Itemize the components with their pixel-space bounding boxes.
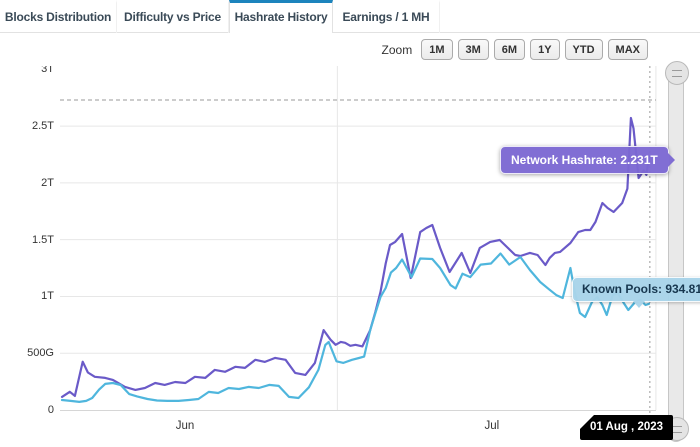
known-pools-tooltip: Known Pools: 934.818G bbox=[572, 277, 700, 302]
zoom-controls: Zoom 1M 3M 6M 1Y YTD MAX bbox=[0, 33, 658, 66]
zoom-1y-button[interactable]: 1Y bbox=[530, 39, 559, 60]
zoom-ytd-button[interactable]: YTD bbox=[565, 39, 603, 60]
grip-icon bbox=[672, 426, 682, 433]
zoom-6m-button[interactable]: 6M bbox=[494, 39, 525, 60]
tab-label: Earnings / 1 MH bbox=[342, 10, 429, 24]
tab-label: Difficulty vs Price bbox=[124, 10, 221, 24]
network-hashrate-tooltip-text: Network Hashrate: 2.231T bbox=[511, 153, 658, 167]
network-hashrate-tooltip: Network Hashrate: 2.231T bbox=[500, 146, 669, 174]
zoom-3m-button[interactable]: 3M bbox=[458, 39, 489, 60]
zoom-1m-button[interactable]: 1M bbox=[421, 39, 452, 60]
tab-bar: Blocks Distribution Difficulty vs Price … bbox=[0, 0, 700, 33]
tab-label: Blocks Distribution bbox=[5, 10, 111, 24]
hashrate-chart[interactable] bbox=[0, 0, 700, 447]
hashrate-history-panel: 0500G1T1.5T2T2.5T3TJunJul Blocks Distrib… bbox=[0, 0, 700, 447]
grip-icon bbox=[672, 70, 682, 77]
tab-blocks-distribution[interactable]: Blocks Distribution bbox=[0, 0, 117, 33]
y-scrollbar-top-handle[interactable] bbox=[665, 61, 689, 85]
date-tooltip-text: 01 Aug , 2023 bbox=[590, 421, 663, 433]
tab-label: Hashrate History bbox=[235, 10, 328, 24]
tab-earnings[interactable]: Earnings / 1 MH bbox=[333, 0, 440, 33]
tab-difficulty-vs-price[interactable]: Difficulty vs Price bbox=[117, 0, 229, 33]
tab-hashrate-history[interactable]: Hashrate History bbox=[229, 0, 333, 34]
known-pools-line[interactable] bbox=[62, 254, 649, 402]
zoom-label: Zoom bbox=[382, 43, 413, 57]
date-tooltip: 01 Aug , 2023 bbox=[580, 415, 673, 440]
y-scrollbar-track[interactable] bbox=[668, 62, 684, 442]
known-pools-tooltip-text: Known Pools: 934.818G bbox=[582, 282, 700, 296]
zoom-max-button[interactable]: MAX bbox=[608, 39, 648, 60]
